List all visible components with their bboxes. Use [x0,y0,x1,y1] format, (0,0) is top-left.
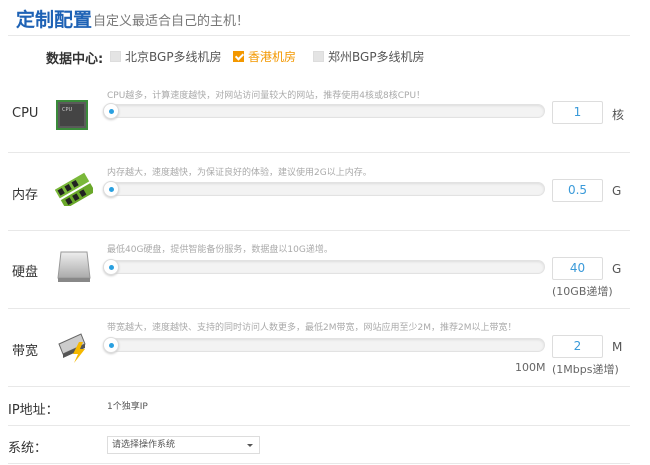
slider-handle[interactable] [103,181,119,197]
memory-slider[interactable] [103,181,545,197]
cpu-input[interactable]: 1 [552,101,603,124]
cpu-slider[interactable] [103,103,545,119]
network-cable-icon [58,333,86,363]
os-select[interactable]: 请选择操作系统 [107,436,260,454]
memory-input[interactable]: 0.5 [552,179,603,202]
ip-value: 1个独享IP [107,402,148,412]
divider [8,230,630,231]
disk-input[interactable]: 40 [552,257,603,280]
option-label: 郑州BGP多线机房 [328,50,425,64]
ip-label: IP地址： [8,403,59,418]
disk-label: 硬盘 [12,265,39,280]
bandwidth-hint: 带宽越大，速度越快、支持的同时访问人数更多，最低2M带宽，网站应用至少2M，推荐… [107,323,517,333]
os-label: 系统： [8,441,48,456]
memory-ram-icon [55,172,93,206]
datacenter-option-zhengzhou[interactable]: 郑州BGP多线机房 [313,48,425,65]
dropdown-arrow-icon [247,444,253,447]
bandwidth-input[interactable]: 2 [552,335,603,358]
datacenter-option-beijing[interactable]: 北京BGP多线机房 [110,48,222,65]
page-title: 定制配置 [16,9,93,31]
bandwidth-unit: M [612,340,623,354]
divider [8,425,630,426]
slider-handle[interactable] [103,103,119,119]
memory-label: 内存 [12,188,39,203]
cpu-chip-icon: CPU [56,100,88,130]
cpu-label: CPU [12,106,39,121]
datacenter-option-hongkong[interactable]: 香港机房 [233,48,296,65]
checkbox[interactable] [110,51,121,62]
bandwidth-label: 带宽 [12,344,39,359]
slider-handle[interactable] [103,259,119,275]
divider [8,35,630,36]
cpu-unit: 核 [612,108,625,122]
disk-slider[interactable] [103,259,545,275]
divider [8,152,630,153]
disk-unit: G [612,262,622,276]
memory-unit: G [612,184,622,198]
hard-disk-icon [57,251,91,282]
memory-hint: 内存越大，速度越快，为保证良好的体验，建议使用2G以上内存。 [107,168,372,178]
os-select-placeholder: 请选择操作系统 [112,440,176,450]
cpu-hint: CPU越多，计算速度越快，对网站访问量较大的网站，推荐使用4核或8核CPU！ [107,91,426,101]
divider [8,463,630,464]
divider [8,386,630,387]
slider-handle[interactable] [103,337,119,353]
svg-text:CPU: CPU [62,107,73,113]
checkbox-checked[interactable] [233,51,244,62]
disk-increment-note: (10GB递增) [552,285,613,298]
bandwidth-slider[interactable] [103,337,545,353]
option-label: 北京BGP多线机房 [125,50,222,64]
datacenter-label: 数据中心: [46,52,104,67]
disk-hint: 最低40G硬盘，提供智能备份服务，数据盘以10G递增。 [107,245,333,255]
page-subtitle: 自定义最适合自己的主机！ [93,14,250,29]
option-label: 香港机房 [248,50,297,64]
divider [8,308,630,309]
checkbox[interactable] [313,51,324,62]
bandwidth-increment-note: (1Mbps递增) [552,363,619,376]
bandwidth-max: 100M [515,361,546,374]
